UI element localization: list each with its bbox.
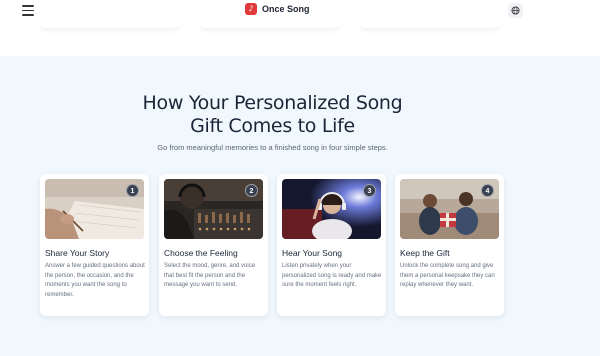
step-description: Unlock the complete song and give them a…: [400, 263, 495, 288]
how-it-works-section: How Your Personalized Song Gift Comes to …: [0, 56, 600, 356]
studio-mixing-photo: 2: [164, 179, 263, 239]
card-edge: [40, 22, 180, 28]
previous-section-edge: [0, 22, 600, 56]
card-edge: [360, 22, 500, 28]
step-card-keep-gift[interactable]: 4 Keep the Gift Unlock the complete song…: [395, 174, 504, 316]
step-title: Choose the Feeling: [164, 248, 238, 258]
language-button[interactable]: [508, 3, 523, 18]
step-description: Listen privately when your personalized …: [282, 263, 382, 288]
step-title: Keep the Gift: [400, 248, 450, 258]
brand-name: Once Song: [262, 4, 310, 14]
step-number-badge: 1: [126, 184, 139, 197]
brand[interactable]: ♪ Once Song: [245, 3, 310, 15]
card-edge: [200, 22, 340, 28]
listening-headphones-photo: 3: [282, 179, 381, 239]
section-subtitle: Go from meaningful memories to a finishe…: [157, 143, 388, 152]
step-number-badge: 2: [245, 184, 258, 197]
section-title: How Your Personalized Song Gift Comes to …: [142, 92, 403, 137]
step-number-badge: 4: [481, 184, 494, 197]
top-navbar: ♪ Once Song: [0, 0, 600, 22]
globe-icon: [511, 6, 520, 15]
hamburger-menu-icon[interactable]: [22, 5, 34, 16]
step-description: Select the mood, genre, and voice that b…: [164, 263, 256, 288]
step-title: Hear Your Song: [282, 248, 343, 258]
writing-photo: 1: [45, 179, 144, 239]
step-number-badge: 3: [363, 184, 376, 197]
step-card-choose-feeling[interactable]: 2 Choose the Feeling Select the mood, ge…: [159, 174, 268, 316]
step-card-hear-song[interactable]: 3 Hear Your Song Listen privately when y…: [277, 174, 386, 316]
couple-gift-photo: 4: [400, 179, 499, 239]
step-description: Answer a few guided questions about the …: [45, 263, 145, 298]
step-title: Share Your Story: [45, 248, 110, 258]
music-note-logo-icon: ♪: [245, 3, 257, 15]
step-card-share-story[interactable]: 1 Share Your Story Answer a few guided q…: [40, 174, 149, 316]
